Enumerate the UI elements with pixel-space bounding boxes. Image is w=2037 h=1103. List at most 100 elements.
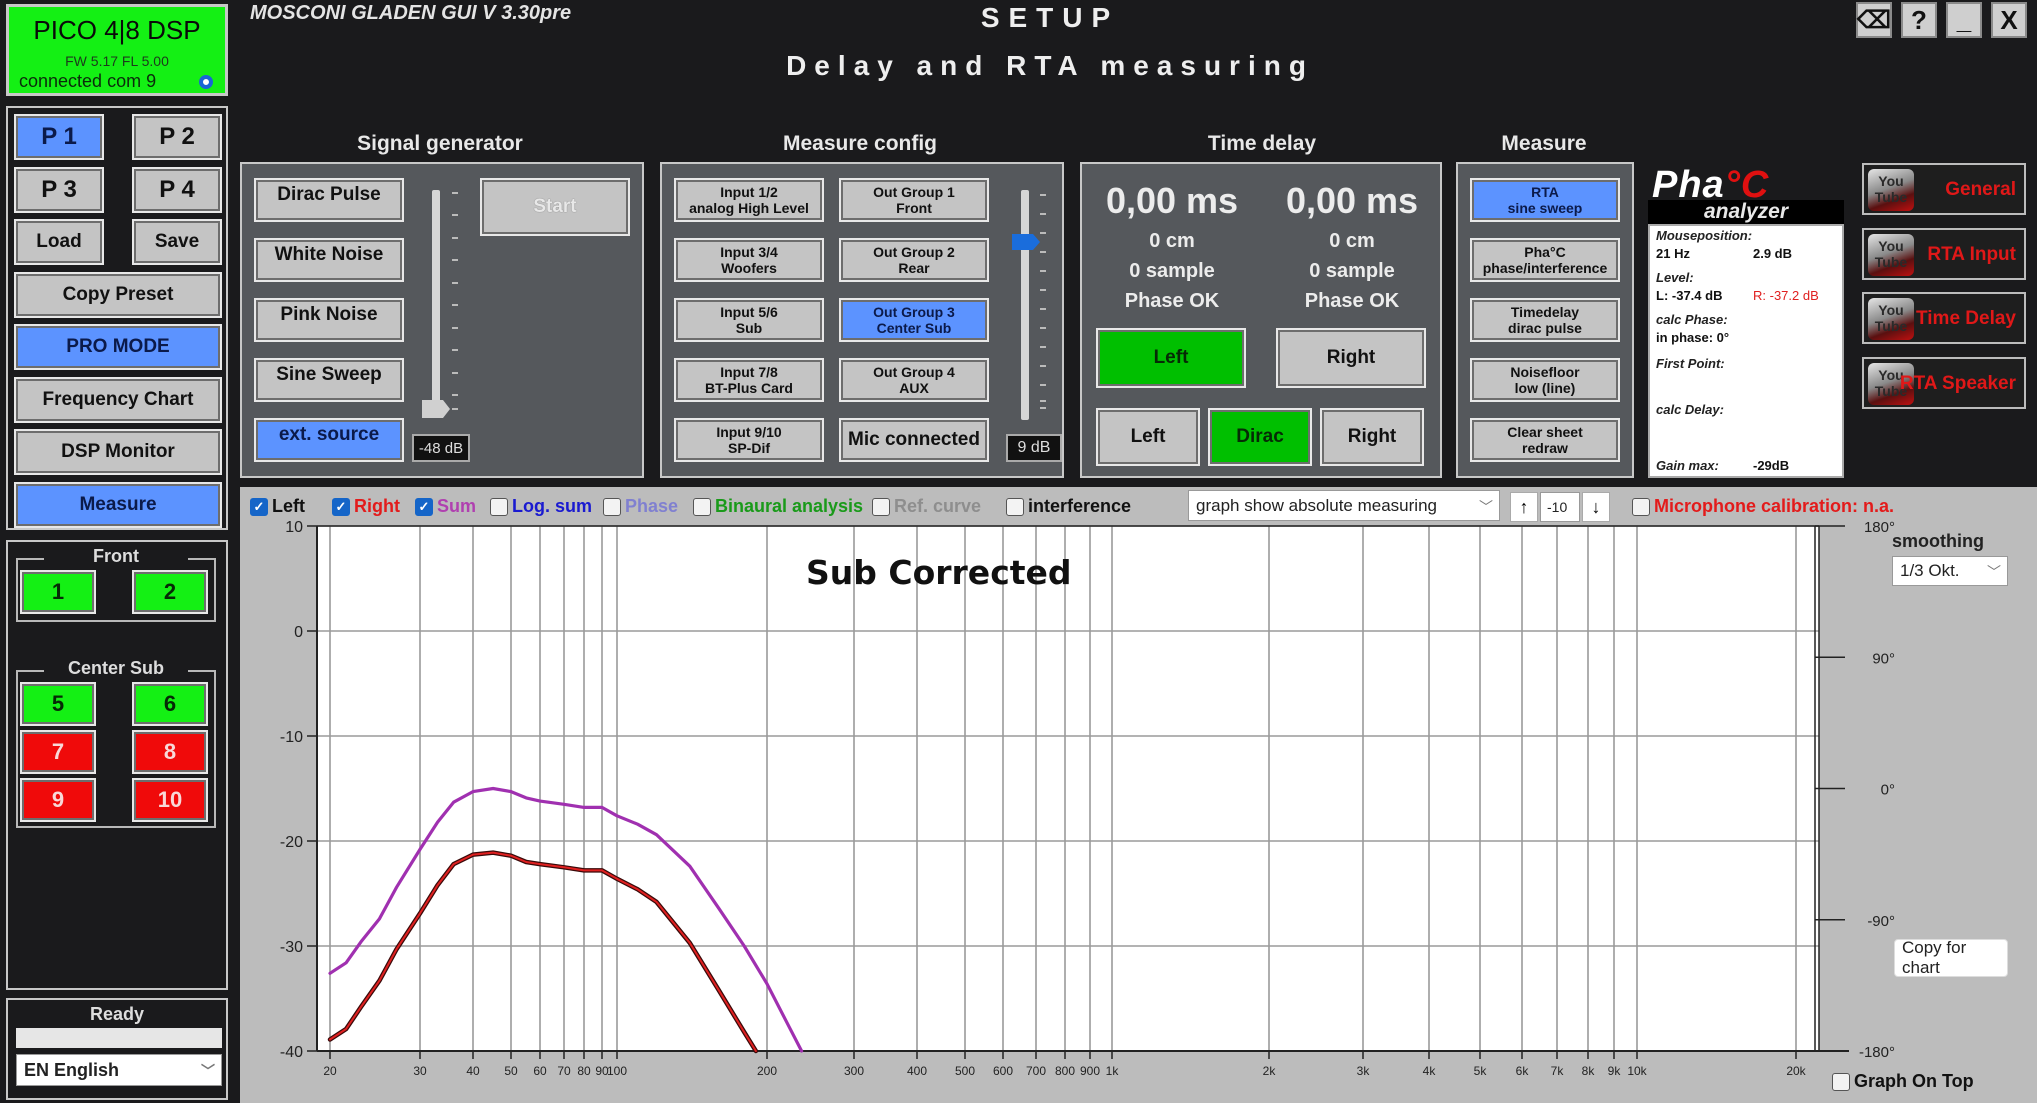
button-line-2: AUX: [899, 380, 929, 396]
x-tick-label: 9k: [1608, 1064, 1622, 1078]
mic-gain-slider-track[interactable]: [1021, 190, 1029, 420]
timedelay-dirac-button[interactable]: Timedelay dirac pulse: [1470, 298, 1620, 342]
input-1-2-button[interactable]: Input 1/2 analog High Level: [674, 178, 824, 222]
pro-mode-button[interactable]: PRO MODE: [14, 324, 222, 370]
y2-tick-label: 180°: [1864, 519, 1895, 536]
backspace-button[interactable]: ⌫: [1856, 2, 1892, 38]
button-line-1: Out Group 3: [873, 303, 955, 320]
save-button[interactable]: Save: [132, 219, 222, 265]
button-line-1: Input 7/8: [720, 363, 778, 380]
help-button[interactable]: ?: [1901, 2, 1937, 38]
right-delay-samples: 0 sample: [1309, 260, 1395, 282]
output-level-slider-track[interactable]: [432, 190, 440, 410]
input-3-4-button[interactable]: Input 3/4 Woofers: [674, 238, 824, 282]
device-status-panel: PICO 4|8 DSP FW 5.17 FL 5.00 connected c…: [6, 4, 228, 96]
mic-connected-button[interactable]: Mic connected: [839, 418, 989, 462]
channel-6-button[interactable]: 6: [132, 682, 208, 726]
page-subtitle: Delay and RTA measuring: [786, 50, 1314, 81]
x-tick-label: 20: [323, 1064, 337, 1078]
preset-p1-button[interactable]: P 1: [14, 114, 104, 160]
calc-phase-label: calc Phase:: [1656, 312, 1728, 327]
channel-5-button[interactable]: 5: [20, 682, 96, 726]
phac-interference-button[interactable]: Pha°C phase/interference: [1470, 238, 1620, 282]
youtube-icon: You Tube: [1868, 234, 1914, 276]
noisefloor-button[interactable]: Noisefloor low (line): [1470, 358, 1620, 402]
frequency-chart-button[interactable]: Frequency Chart: [14, 377, 222, 423]
channel-1-button[interactable]: 1: [20, 570, 96, 614]
input-9-10-button[interactable]: Input 9/10 SP-Dif: [674, 418, 824, 462]
left-delay-ms: 0,00 ms: [1105, 180, 1239, 221]
calc-delay-label: calc Delay:: [1656, 402, 1724, 417]
status-text: Ready: [89, 1004, 145, 1024]
out-group-4-button[interactable]: Out Group 4 AUX: [839, 358, 989, 402]
rta-sine-sweep-button[interactable]: RTA sine sweep: [1470, 178, 1620, 222]
y2-tick-label: 90°: [1872, 650, 1895, 667]
delay-right-button[interactable]: Right: [1320, 408, 1424, 466]
left-channel-button[interactable]: Left: [1096, 328, 1246, 388]
device-name: PICO 4|8 DSP: [33, 15, 201, 45]
button-line-1: RTA: [1531, 183, 1559, 200]
button-line-2: low (line): [1514, 380, 1576, 396]
dsp-monitor-button[interactable]: DSP Monitor: [14, 429, 222, 475]
button-line-2: Front: [896, 200, 932, 216]
output-level-readout: -48 dB: [412, 434, 470, 462]
language-select[interactable]: EN English ﹀: [16, 1054, 222, 1086]
close-button[interactable]: X: [1991, 2, 2027, 38]
dirac-pulse-button[interactable]: Dirac Pulse: [254, 178, 404, 222]
pink-noise-button[interactable]: Pink Noise: [254, 298, 404, 342]
x-tick-label: 8k: [1582, 1064, 1596, 1078]
time-delay-title: Time delay: [1207, 132, 1317, 155]
youtube-rta-speaker-button[interactable]: You Tube RTA Speaker: [1862, 357, 2026, 409]
out-group-3-button[interactable]: Out Group 3 Center Sub: [839, 298, 989, 342]
load-button[interactable]: Load: [14, 219, 104, 265]
out-group-1-button[interactable]: Out Group 1 Front: [839, 178, 989, 222]
left-delay-samples: 0 sample: [1129, 260, 1215, 282]
button-line-1: Out Group 1: [873, 183, 955, 200]
preset-p4-button[interactable]: P 4: [132, 167, 222, 213]
dirac-button[interactable]: Dirac: [1208, 408, 1312, 466]
mic-gain-slider-handle[interactable]: [1012, 234, 1040, 250]
clear-sheet-button[interactable]: Clear sheet redraw: [1470, 418, 1620, 462]
copy-preset-button[interactable]: Copy Preset: [14, 272, 222, 318]
output-level-slider-handle[interactable]: [422, 400, 450, 418]
phac-analyzer-label: analyzer: [1648, 200, 1844, 224]
button-line-2: redraw: [1522, 440, 1568, 456]
input-5-6-button[interactable]: Input 5/6 Sub: [674, 298, 824, 342]
minimize-button[interactable]: _: [1946, 2, 1982, 38]
measure-button[interactable]: Measure: [14, 482, 222, 528]
out-group-2-button[interactable]: Out Group 2 Rear: [839, 238, 989, 282]
youtube-rta-input-button[interactable]: You Tube RTA Input: [1862, 228, 2026, 280]
measure-config-title: Measure config: [782, 132, 938, 155]
chart-area: ✓ Left ✓ Right ✓ Sum Log. sum Phase Binaura…: [240, 487, 2037, 1103]
youtube-time-delay-button[interactable]: You Tube Time Delay: [1862, 292, 2026, 344]
sine-sweep-button[interactable]: Sine Sweep: [254, 358, 404, 402]
y-tick-label: 10: [285, 519, 303, 536]
channel-9-button[interactable]: 9: [20, 778, 96, 822]
input-7-8-button[interactable]: Input 7/8 BT-Plus Card: [674, 358, 824, 402]
y-tick-label: -30: [280, 939, 303, 956]
ext-source-button[interactable]: ext. source: [254, 418, 404, 462]
frequency-response-chart[interactable]: 20 30 40 50 60 70 80 90100 200 300 400 500 600 700 800…: [240, 487, 2037, 1103]
x-tick-label: 10k: [1627, 1064, 1647, 1078]
button-line-1: Clear sheet: [1507, 423, 1583, 440]
preset-p3-button[interactable]: P 3: [14, 167, 104, 213]
x-tick-label: 500: [955, 1064, 975, 1078]
channel-7-button[interactable]: 7: [20, 730, 96, 774]
phac-analyzer-panel: Pha°C analyzer Mouseposition: 21 Hz 2.9 …: [1648, 160, 1844, 478]
channel-2-button[interactable]: 2: [132, 570, 208, 614]
youtube-icon: You Tube: [1868, 169, 1914, 211]
preset-p2-button[interactable]: P 2: [132, 114, 222, 160]
youtube-general-button[interactable]: You Tube General: [1862, 163, 2026, 215]
y2-tick-label: -180°: [1859, 1044, 1895, 1061]
channel-8-button[interactable]: 8: [132, 730, 208, 774]
level-right: R: -37.2 dB: [1753, 288, 1819, 303]
youtube-link-label: Time Delay: [1916, 308, 2016, 329]
signal-generator-panel: Dirac Pulse White Noise Pink Noise Sine …: [240, 162, 644, 478]
delay-left-button[interactable]: Left: [1096, 408, 1200, 466]
start-button[interactable]: Start: [480, 178, 630, 236]
channel-10-button[interactable]: 10: [132, 778, 208, 822]
x-tick-label: 20k: [1786, 1064, 1806, 1078]
right-channel-button[interactable]: Right: [1276, 328, 1426, 388]
white-noise-button[interactable]: White Noise: [254, 238, 404, 282]
x-tick-label: 6k: [1516, 1064, 1530, 1078]
